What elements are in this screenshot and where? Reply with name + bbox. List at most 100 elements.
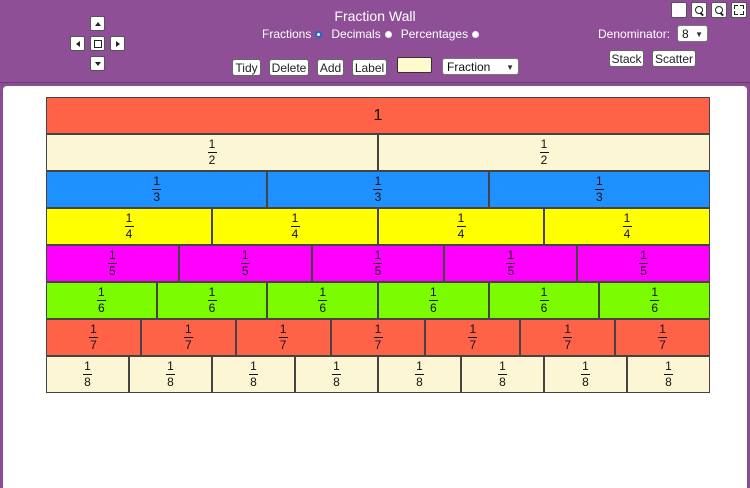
wall-row-5: 1515151515 bbox=[46, 245, 710, 282]
wall-row-8: 1818181818181818 bbox=[46, 356, 710, 393]
numerator: 1 bbox=[291, 211, 299, 225]
fraction-tile[interactable]: 1 bbox=[46, 97, 710, 134]
display-mode-group: Fractions Decimals Percentages bbox=[262, 27, 488, 41]
zoom-in-icon[interactable] bbox=[691, 2, 707, 18]
fraction-tile[interactable]: 15 bbox=[311, 245, 445, 282]
arrow-right-icon[interactable] bbox=[110, 36, 125, 51]
fraction-tile[interactable]: 14 bbox=[46, 208, 212, 245]
numerator: 1 bbox=[374, 174, 382, 188]
fraction-tile[interactable]: 13 bbox=[488, 171, 710, 208]
fraction-tile[interactable]: 18 bbox=[461, 356, 544, 393]
fraction-label: 17 bbox=[88, 323, 98, 352]
chevron-down-icon: ▼ bbox=[506, 63, 514, 72]
denominator: 7 bbox=[564, 338, 572, 352]
fraction-tile[interactable]: 18 bbox=[46, 356, 129, 393]
fraction-tile[interactable]: 15 bbox=[178, 245, 312, 282]
numerator: 1 bbox=[665, 359, 672, 373]
numerator: 1 bbox=[184, 322, 192, 336]
add-button[interactable]: Add bbox=[317, 59, 344, 76]
numerator: 1 bbox=[416, 359, 423, 373]
wall-row-1: 1 bbox=[46, 97, 710, 134]
fraction-label: 12 bbox=[207, 138, 217, 167]
fraction-tile[interactable]: 16 bbox=[378, 282, 489, 319]
arrow-up-icon[interactable] bbox=[90, 16, 105, 31]
tidy-button[interactable]: Tidy bbox=[232, 59, 261, 76]
fraction-tile[interactable]: 16 bbox=[267, 282, 379, 319]
radio-decimals[interactable] bbox=[384, 30, 392, 38]
color-swatch[interactable] bbox=[397, 57, 432, 73]
fraction-tile[interactable]: 17 bbox=[425, 319, 521, 356]
fraction-tile[interactable]: 17 bbox=[330, 319, 426, 356]
numerator: 1 bbox=[84, 359, 91, 373]
denominator: 6 bbox=[651, 301, 659, 315]
delete-button[interactable]: Delete bbox=[269, 59, 309, 76]
blank-square-icon[interactable] bbox=[671, 2, 687, 18]
fraction-tile[interactable]: 18 bbox=[544, 356, 627, 393]
fraction-tile[interactable]: 12 bbox=[46, 134, 378, 171]
fraction-tile[interactable]: 18 bbox=[627, 356, 710, 393]
label-button[interactable]: Label bbox=[352, 59, 387, 76]
denominator: 8 bbox=[582, 375, 589, 389]
denominator: 6 bbox=[430, 301, 437, 315]
fraction-tile[interactable]: 17 bbox=[46, 319, 141, 356]
display-format-select[interactable]: Fraction ▼ bbox=[442, 58, 519, 75]
denominator-select[interactable]: 8 ▼ bbox=[677, 25, 708, 42]
scatter-button[interactable]: Scatter bbox=[652, 50, 696, 67]
denominator: 4 bbox=[291, 227, 299, 241]
numerator: 1 bbox=[153, 174, 160, 188]
numerator: 1 bbox=[564, 322, 572, 336]
denominator: 7 bbox=[279, 338, 287, 352]
numerator: 1 bbox=[623, 211, 631, 225]
fraction-tile[interactable]: 17 bbox=[140, 319, 236, 356]
fraction-tile[interactable]: 15 bbox=[577, 245, 710, 282]
numerator: 1 bbox=[640, 248, 647, 262]
fraction-tile[interactable]: 16 bbox=[599, 282, 711, 319]
fraction-tile[interactable]: 17 bbox=[615, 319, 711, 356]
fraction-label: 18 bbox=[664, 360, 673, 389]
arrow-left-icon[interactable] bbox=[70, 36, 85, 51]
fraction-tile[interactable]: 14 bbox=[212, 208, 378, 245]
fraction-tile[interactable]: 16 bbox=[156, 282, 268, 319]
numerator: 1 bbox=[651, 285, 659, 299]
arrow-down-icon[interactable] bbox=[90, 56, 105, 71]
numerator: 1 bbox=[374, 322, 382, 336]
denominator: 8 bbox=[84, 375, 91, 389]
denominator: 5 bbox=[109, 264, 116, 278]
fraction-tile[interactable]: 18 bbox=[295, 356, 378, 393]
fraction-tile[interactable]: 16 bbox=[488, 282, 600, 319]
fraction-tile[interactable]: 18 bbox=[129, 356, 212, 393]
fullscreen-icon[interactable] bbox=[731, 2, 747, 18]
stack-button[interactable]: Stack bbox=[609, 50, 644, 67]
fraction-tile[interactable]: 13 bbox=[46, 171, 268, 208]
zoom-out-icon[interactable] bbox=[711, 2, 727, 18]
fraction-tile[interactable]: 14 bbox=[378, 208, 544, 245]
denominator: 8 bbox=[416, 375, 423, 389]
fraction-tile[interactable]: 17 bbox=[235, 319, 331, 356]
denominator: 6 bbox=[540, 301, 548, 315]
fraction-tile[interactable]: 13 bbox=[267, 171, 489, 208]
numerator: 1 bbox=[540, 137, 548, 151]
fraction-wall: 1121213131314141414151515151516161616161… bbox=[46, 97, 711, 393]
numerator: 1 bbox=[250, 359, 257, 373]
fraction-tile[interactable]: 18 bbox=[212, 356, 295, 393]
fraction-tile[interactable]: 15 bbox=[46, 245, 179, 282]
mode-label-fractions: Fractions bbox=[262, 27, 312, 41]
denominator: 7 bbox=[90, 338, 97, 352]
fraction-tile[interactable]: 15 bbox=[444, 245, 578, 282]
fraction-label: 18 bbox=[498, 360, 507, 389]
radio-fractions[interactable] bbox=[315, 30, 323, 38]
numerator: 1 bbox=[167, 359, 174, 373]
center-square-icon[interactable] bbox=[90, 36, 105, 51]
fraction-tile[interactable]: 17 bbox=[520, 319, 616, 356]
denominator: 4 bbox=[623, 227, 631, 241]
denominator: 8 bbox=[333, 375, 340, 389]
radio-percentages[interactable] bbox=[472, 30, 480, 38]
fraction-tile[interactable]: 12 bbox=[378, 134, 710, 171]
denominator: 3 bbox=[595, 190, 603, 204]
fraction-tile[interactable]: 18 bbox=[378, 356, 461, 393]
fraction-tile[interactable]: 16 bbox=[46, 282, 157, 319]
fraction-tile[interactable]: 14 bbox=[544, 208, 710, 245]
numerator: 1 bbox=[582, 359, 589, 373]
denominator: 6 bbox=[208, 301, 216, 315]
numerator: 1 bbox=[595, 174, 603, 188]
